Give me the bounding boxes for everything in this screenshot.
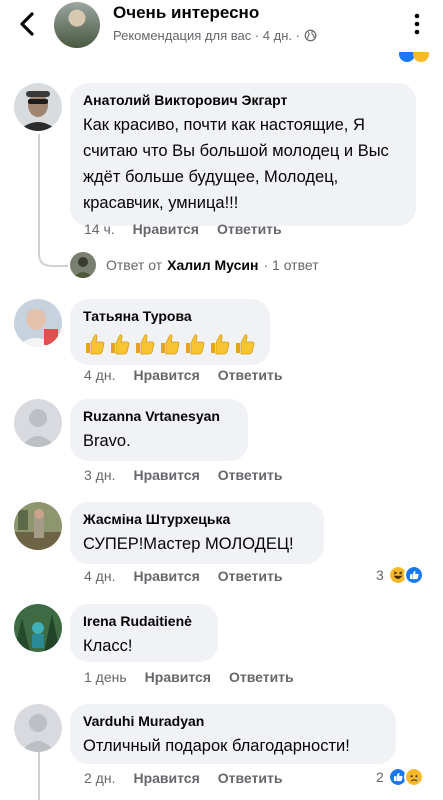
comment-time: 2 дн. (84, 770, 116, 786)
comment-actions: 3 дн. Нравится Ответить (84, 467, 282, 483)
reply-button[interactable]: Ответить (218, 367, 283, 383)
sad-reaction-icon (403, 767, 424, 787)
avatar[interactable] (14, 299, 62, 347)
clipped-reaction-icons (399, 52, 429, 62)
page-header: Очень интересно Рекомендация для вас · 4… (0, 0, 443, 62)
reply-button[interactable]: Ответить (218, 770, 283, 786)
page-name[interactable]: Очень интересно (113, 3, 259, 23)
post-subtitle-text: Рекомендация для вас · 4 дн. · (113, 28, 300, 43)
thumbs-up-emoji-icon (211, 334, 230, 355)
post-subtitle: Рекомендация для вас · 4 дн. · (113, 28, 317, 43)
page-avatar[interactable] (54, 2, 100, 48)
like-button[interactable]: Нравится (145, 669, 211, 685)
comment-author[interactable]: Irena Rudaitienė (83, 613, 205, 629)
thumbs-up-emoji-icon (161, 334, 180, 355)
comment-time: 4 дн. (84, 568, 116, 584)
comment-actions: 1 день Нравится Ответить (84, 669, 294, 685)
comment-bubble[interactable]: Жасміна Штурхецька СУПЕР!Мастер МОЛОДЕЦ! (70, 502, 324, 564)
comment-time: 1 день (84, 669, 127, 685)
reaction-summary[interactable]: 2 (376, 767, 424, 787)
like-button[interactable]: Нравится (133, 568, 199, 584)
comment-bubble[interactable]: Анатолий Викторович Экгарт Как красиво, … (70, 83, 416, 226)
comment-author[interactable]: Varduhi Muradyan (83, 713, 383, 729)
comment-bubble[interactable]: Varduhi Muradyan Отличный подарок благод… (70, 704, 396, 764)
comment-text: Класс! (83, 637, 133, 655)
comment-actions: 4 дн. Нравится Ответить (84, 568, 282, 584)
reply-button[interactable]: Ответить (229, 669, 294, 685)
avatar[interactable] (14, 704, 62, 752)
like-button[interactable]: Нравится (133, 221, 199, 237)
comment-bubble[interactable]: Татьяна Турова (70, 299, 270, 365)
reply-avatar (70, 252, 96, 278)
comment-time: 4 дн. (84, 367, 116, 383)
thread-line (38, 752, 40, 800)
reply-button[interactable]: Ответить (218, 568, 283, 584)
avatar[interactable] (14, 83, 62, 131)
thread-line (38, 134, 40, 252)
replies-prefix: Ответ от (106, 257, 163, 273)
comment-text: Bravo. (83, 432, 131, 450)
comment-author[interactable]: Татьяна Турова (83, 308, 257, 324)
comment-time: 14 ч. (84, 221, 115, 237)
comment-time: 3 дн. (84, 467, 116, 483)
thumbs-up-emoji-icon (136, 334, 155, 355)
comment-actions: 14 ч. Нравится Ответить (84, 221, 282, 237)
thumbs-up-emoji-icon (111, 334, 130, 355)
comment-bubble[interactable]: Ruzanna Vrtanesyan Bravo. (70, 399, 248, 461)
comment-text: Как красиво, почти как настоящие, Я счит… (83, 116, 389, 212)
reaction-count: 3 (376, 567, 384, 583)
comment-author[interactable]: Ruzanna Vrtanesyan (83, 408, 235, 424)
replies-name[interactable]: Халил Мусин (167, 257, 258, 273)
back-arrow-icon[interactable] (14, 10, 42, 38)
reaction-summary[interactable]: 3 (376, 565, 424, 585)
replies-link[interactable]: Ответ от Халил Мусин · 1 ответ (70, 252, 319, 278)
like-button[interactable]: Нравится (133, 467, 199, 483)
comment-author[interactable]: Жасміна Штурхецька (83, 511, 311, 527)
like-button[interactable]: Нравится (133, 367, 199, 383)
comment-actions: 2 дн. Нравится Ответить (84, 770, 282, 786)
comment-bubble[interactable]: Irena Rudaitienė Класс! (70, 604, 218, 662)
like-button[interactable]: Нравится (133, 770, 199, 786)
avatar[interactable] (14, 502, 62, 550)
replies-count: · 1 ответ (263, 257, 319, 273)
thumbs-up-emoji-row (83, 332, 257, 356)
more-dots-icon[interactable] (405, 12, 429, 36)
avatar[interactable] (14, 604, 62, 652)
reply-button[interactable]: Ответить (218, 467, 283, 483)
like-reaction-icon (403, 565, 424, 585)
thread-curve (38, 240, 68, 267)
comment-actions: 4 дн. Нравится Ответить (84, 367, 282, 383)
thumbs-up-emoji-icon (236, 334, 255, 355)
comment-text: СУПЕР!Мастер МОЛОДЕЦ! (83, 535, 294, 553)
avatar[interactable] (14, 399, 62, 447)
thumbs-up-emoji-icon (186, 334, 205, 355)
thumbs-up-emoji-icon (86, 334, 105, 355)
comment-text: Отличный подарок благодарности! (83, 737, 350, 755)
globe-icon (304, 29, 317, 42)
reply-button[interactable]: Ответить (217, 221, 282, 237)
comment-author[interactable]: Анатолий Викторович Экгарт (83, 92, 403, 108)
reaction-count: 2 (376, 769, 384, 785)
